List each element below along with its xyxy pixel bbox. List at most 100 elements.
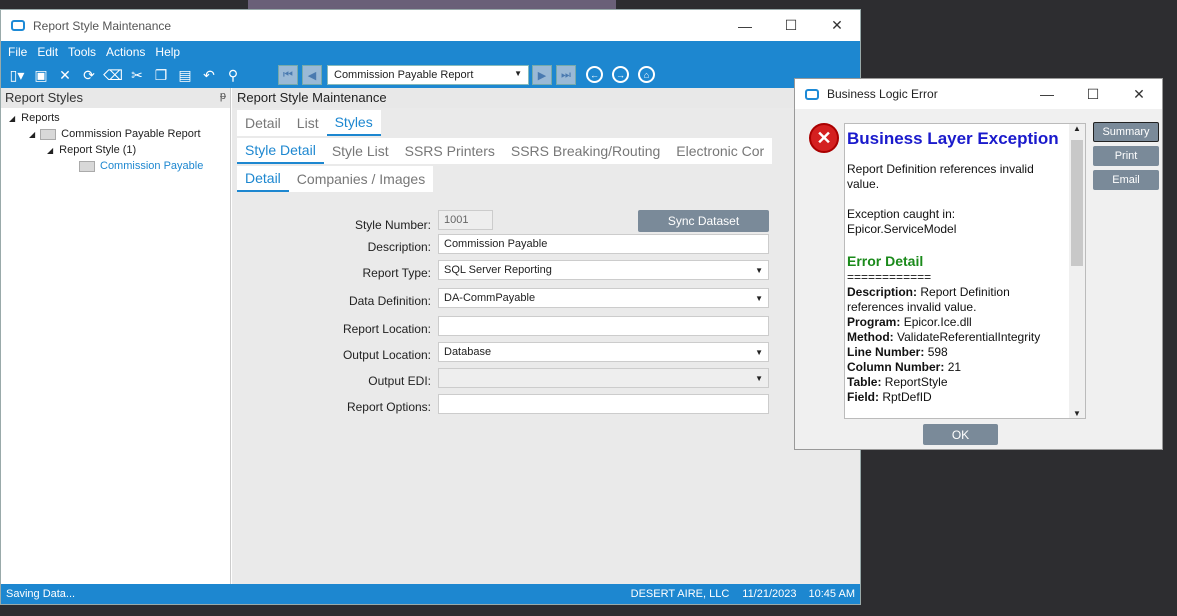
report-options-field[interactable] (438, 394, 769, 414)
menu-help[interactable]: Help (155, 45, 180, 59)
scroll-up-icon[interactable]: ▲ (1069, 124, 1085, 133)
title-bar: Report Style Maintenance — ☐ ✕ (1, 10, 860, 41)
tab-electronic[interactable]: Electronic Cor (668, 138, 772, 164)
print-button[interactable]: Print (1093, 146, 1159, 166)
paste-icon[interactable]: ▤ (173, 64, 197, 86)
search-icon[interactable]: ⚲ (221, 64, 245, 86)
detail-row: Program: Epicor.Ice.dll (847, 315, 972, 329)
style-number-field[interactable]: 1001 (438, 210, 493, 230)
detail-row: Field: RptDefID (847, 390, 932, 404)
detail-row: Table: ReportStyle (847, 375, 948, 389)
data-definition-select[interactable]: DA-CommPayable ▼ (438, 288, 769, 308)
minimize-icon[interactable]: — (1024, 86, 1070, 102)
tab-companies-images[interactable]: Companies / Images (289, 166, 433, 192)
menu-actions[interactable]: Actions (106, 45, 145, 59)
menu-file[interactable]: File (8, 45, 27, 59)
copy-icon[interactable]: ❐ (149, 64, 173, 86)
email-button[interactable]: Email (1093, 170, 1159, 190)
data-definition-label: Data Definition: (348, 294, 431, 308)
next-record-icon[interactable]: ▶ (532, 65, 552, 85)
top-tabs: Detail List Styles (237, 110, 381, 136)
sync-dataset-button[interactable]: Sync Dataset (638, 210, 769, 232)
delete-icon[interactable]: ✕ (53, 64, 77, 86)
clear-icon[interactable]: ⌫ (101, 64, 125, 86)
window-title: Report Style Maintenance (33, 18, 172, 33)
report-styles-pane: Report Styles ᵽ ◢ Reports ◢ Commission P… (1, 88, 231, 584)
app-icon (11, 20, 25, 31)
dialog-title: Business Logic Error (827, 87, 938, 101)
folder-icon (79, 160, 95, 172)
scroll-down-icon[interactable]: ▼ (1069, 409, 1085, 418)
caught-value: Epicor.ServiceModel (847, 222, 957, 236)
report-location-field[interactable] (438, 316, 769, 336)
tree-node-reports[interactable]: ◢ Reports (9, 112, 60, 124)
expand-icon[interactable]: ◢ (29, 130, 35, 139)
record-navigator-value: Commission Payable Report (334, 69, 474, 81)
toolbar: ▯▾ ▣ ✕ ⟳ ⌫ ✂ ❐ ▤ ↶ ⚲ ⏮ ◀ Commission Paya… (1, 62, 860, 88)
style-number-label: Style Number: (354, 218, 431, 232)
previous-record-icon[interactable]: ◀ (302, 65, 322, 85)
forward-icon[interactable]: → (612, 66, 629, 83)
app-icon (805, 88, 819, 100)
main-window: Report Style Maintenance — ☐ ✕ File Edit… (0, 9, 861, 605)
chevron-down-icon: ▼ (755, 293, 763, 303)
tab-list[interactable]: List (289, 110, 327, 136)
tab-style-list[interactable]: Style List (324, 138, 397, 164)
tab-ssrs-breaking[interactable]: SSRS Breaking/Routing (503, 138, 668, 164)
chevron-down-icon: ▼ (755, 373, 763, 383)
detail-tabs: Detail Companies / Images (237, 166, 434, 192)
tree-node-style-selected[interactable]: Commission Payable (79, 160, 203, 172)
exception-message: Report Definition references invalid val… (847, 162, 1034, 191)
data-definition-value: DA-CommPayable (444, 292, 536, 304)
description-field[interactable]: Commission Payable (438, 234, 769, 254)
home-icon[interactable]: ⌂ (638, 66, 655, 83)
ok-button[interactable]: OK (923, 424, 998, 445)
tree-node-report[interactable]: ◢ Commission Payable Report (29, 128, 201, 140)
tab-styles[interactable]: Styles (326, 110, 381, 136)
separator: ============ (847, 270, 932, 284)
new-icon[interactable]: ▯▾ (5, 64, 29, 86)
tab-ssrs-printers[interactable]: SSRS Printers (397, 138, 503, 164)
tab-detail[interactable]: Detail (237, 110, 289, 136)
menu-tools[interactable]: Tools (68, 45, 96, 59)
tab-style-detail[interactable]: Style Detail (237, 138, 324, 164)
maximize-icon[interactable]: ☐ (1070, 86, 1116, 103)
detail-row: Column Number: 21 (847, 360, 962, 374)
first-record-icon[interactable]: ⏮ (278, 65, 298, 85)
record-navigator[interactable]: Commission Payable Report ▼ (327, 65, 529, 85)
output-location-select[interactable]: Database ▼ (438, 342, 769, 362)
business-logic-error-dialog: Business Logic Error — ☐ ✕ ✕ Business La… (794, 78, 1163, 450)
refresh-icon[interactable]: ⟳ (77, 64, 101, 86)
last-record-icon[interactable]: ⏭ (556, 65, 576, 85)
save-icon[interactable]: ▣ (29, 64, 53, 86)
expand-icon[interactable]: ◢ (9, 114, 15, 123)
tab-sub-detail[interactable]: Detail (237, 166, 289, 192)
pin-icon[interactable]: ᵽ (220, 90, 226, 106)
status-date: 11/21/2023 (742, 588, 797, 600)
back-icon[interactable]: ← (586, 66, 603, 83)
summary-button[interactable]: Summary (1093, 122, 1159, 142)
maximize-icon[interactable]: ☐ (768, 17, 814, 34)
minimize-icon[interactable]: — (722, 18, 768, 34)
close-icon[interactable]: ✕ (1116, 86, 1162, 103)
tree-label: Report Style (1) (59, 144, 137, 156)
output-edi-select[interactable]: ▼ (438, 368, 769, 388)
chevron-down-icon: ▼ (514, 69, 522, 78)
report-location-label: Report Location: (342, 322, 431, 336)
tree-node-report-style[interactable]: ◢ Report Style (1) (47, 144, 136, 156)
report-options-label: Report Options: (346, 400, 431, 414)
status-message: Saving Data... (6, 588, 76, 600)
report-type-select[interactable]: SQL Server Reporting ▼ (438, 260, 769, 280)
expand-icon[interactable]: ◢ (47, 146, 53, 155)
cut-icon[interactable]: ✂ (125, 64, 149, 86)
style-tabs: Style Detail Style List SSRS Printers SS… (237, 138, 773, 164)
close-icon[interactable]: ✕ (814, 17, 860, 34)
pane-header: Report Styles ᵽ (1, 88, 230, 108)
scrollbar[interactable]: ▲ ▼ (1069, 124, 1085, 418)
main-pane: Report Style Maintenance Detail List Sty… (232, 88, 860, 584)
menu-edit[interactable]: Edit (37, 45, 58, 59)
undo-icon[interactable]: ↶ (197, 64, 221, 86)
detail-row: Line Number: 598 (847, 345, 948, 359)
scroll-thumb[interactable] (1071, 140, 1083, 266)
background-strip (248, 0, 616, 9)
